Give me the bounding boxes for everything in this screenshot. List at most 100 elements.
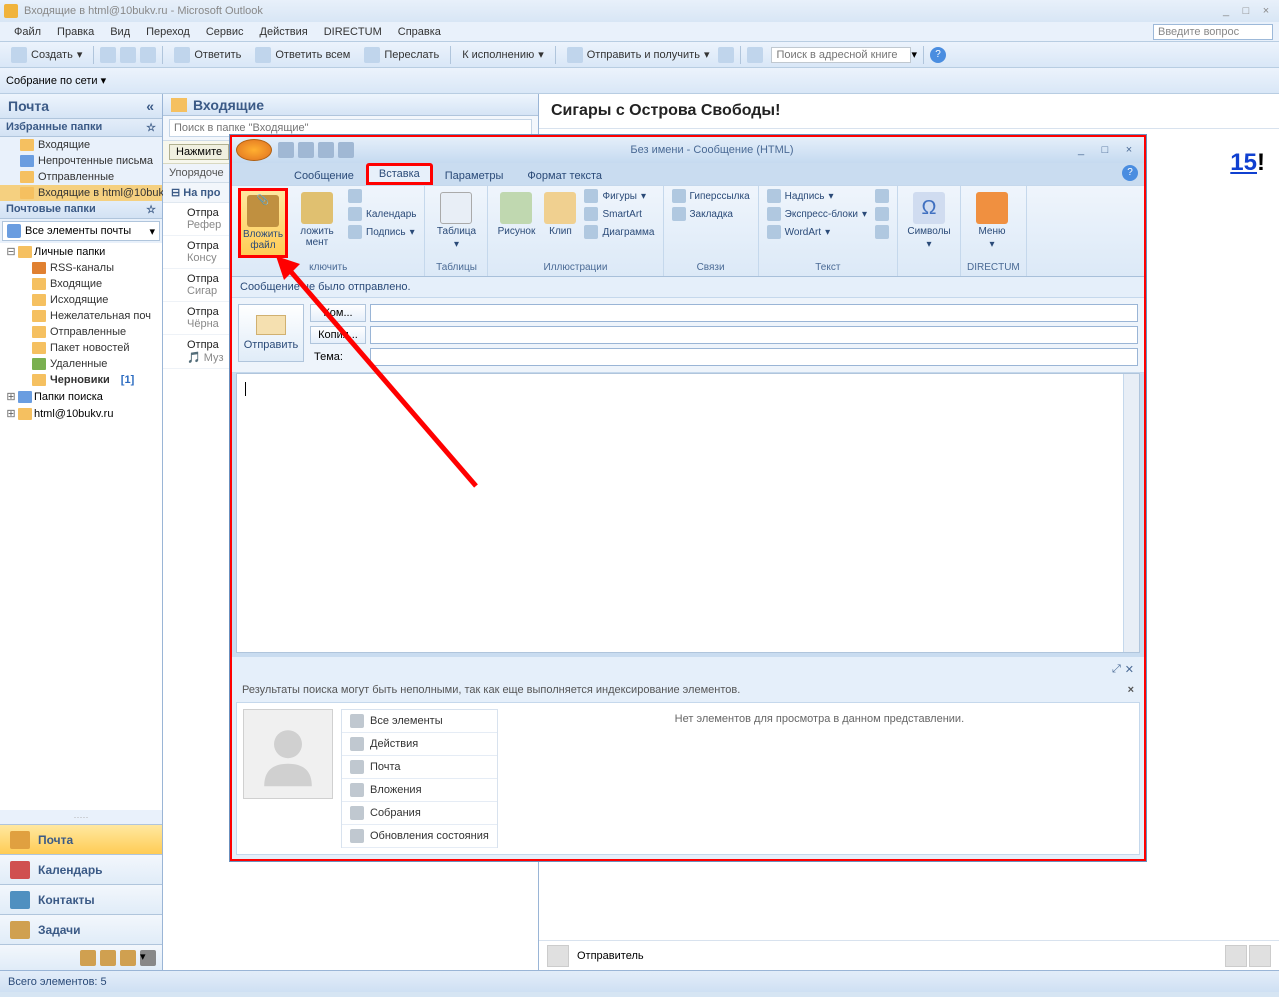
folder-list-icon[interactable] xyxy=(100,950,116,966)
smartart-button[interactable]: SmartArt xyxy=(582,206,656,222)
help-question-input[interactable] xyxy=(1153,24,1273,40)
delete-icon[interactable] xyxy=(140,47,156,63)
send-button[interactable]: Отправить xyxy=(238,304,304,362)
tab-format[interactable]: Формат текста xyxy=(515,167,614,185)
nav-calendar-button[interactable]: Календарь xyxy=(0,854,162,884)
compose-minimize[interactable]: _ xyxy=(1070,144,1092,156)
to-button[interactable]: Ком... xyxy=(310,304,366,322)
dismiss-icon[interactable]: × xyxy=(1128,684,1134,696)
undo-icon[interactable] xyxy=(298,142,314,158)
chart-button[interactable]: Диаграмма xyxy=(582,224,656,240)
office-button[interactable] xyxy=(236,139,272,161)
cc-button[interactable]: Копия... xyxy=(310,326,366,344)
qat-more-icon[interactable] xyxy=(338,142,354,158)
bookmark-button[interactable]: Закладка xyxy=(670,206,752,222)
dropcap-button[interactable] xyxy=(873,188,891,204)
notes-icon[interactable] xyxy=(80,950,96,966)
tree-outbox[interactable]: Исходящие xyxy=(0,292,162,308)
collapse-nav-icon[interactable]: « xyxy=(146,98,154,114)
tree-sent[interactable]: Отправленные xyxy=(0,324,162,340)
send-receive-button[interactable]: Отправить и получить ▾ xyxy=(562,45,715,65)
nav-mail-button[interactable]: Почта xyxy=(0,824,162,854)
tree-rss[interactable]: RSS-каналы xyxy=(0,260,162,276)
address-book-icon[interactable] xyxy=(747,47,763,63)
find-contact-icon[interactable] xyxy=(718,47,734,63)
mail-folders-header[interactable]: Почтовые папки☆ xyxy=(0,201,162,219)
favorites-header[interactable]: Избранные папки☆ xyxy=(0,119,162,137)
fav-sent[interactable]: Отправленные xyxy=(0,169,162,185)
tab-options[interactable]: Параметры xyxy=(433,167,516,185)
to-input[interactable] xyxy=(370,304,1138,322)
print-icon[interactable] xyxy=(100,47,116,63)
ribbon-help-icon[interactable]: ? xyxy=(1122,165,1138,181)
reply-button[interactable]: Ответить xyxy=(169,45,246,65)
tree-news[interactable]: Пакет новостей xyxy=(0,340,162,356)
tab-insert[interactable]: Вставка xyxy=(366,163,433,185)
hyperlink-button[interactable]: Гиперссылка xyxy=(670,188,752,204)
pp-mail[interactable]: Почта xyxy=(342,756,497,779)
save-icon[interactable] xyxy=(278,142,294,158)
menu-go[interactable]: Переход xyxy=(138,24,198,40)
business-card-button[interactable] xyxy=(346,188,418,204)
cc-input[interactable] xyxy=(370,326,1138,344)
menu-tools[interactable]: Сервис xyxy=(198,24,252,40)
tab-message[interactable]: Сообщение xyxy=(282,167,366,185)
table-button[interactable]: Таблица▾ xyxy=(431,188,481,254)
forward-button[interactable]: Переслать xyxy=(359,45,444,65)
clip-button[interactable]: Клип xyxy=(542,188,578,241)
menu-file[interactable]: Файл xyxy=(6,24,49,40)
personal-folders[interactable]: ⊟Личные папки xyxy=(0,243,162,260)
compose-close[interactable]: × xyxy=(1118,144,1140,156)
menu-view[interactable]: Вид xyxy=(102,24,138,40)
subject-input[interactable] xyxy=(370,348,1138,366)
picture-button[interactable]: Рисунок xyxy=(494,188,538,241)
reply-all-button[interactable]: Ответить всем xyxy=(250,45,355,65)
nav-contacts-button[interactable]: Контакты xyxy=(0,884,162,914)
attach-item-button[interactable]: ложить мент xyxy=(292,188,342,252)
year-link[interactable]: 15 xyxy=(1230,149,1257,176)
hint-button[interactable]: Нажмите xyxy=(169,144,229,160)
all-mail-items-dropdown[interactable]: Все элементы почты▾ xyxy=(2,221,160,241)
new-button[interactable]: Создать ▾ xyxy=(6,45,87,65)
menu-actions[interactable]: Действия xyxy=(252,24,316,40)
textbox-button[interactable]: Надпись ▾ xyxy=(765,188,869,204)
nav-tasks-button[interactable]: Задачи xyxy=(0,914,162,944)
fav-inbox[interactable]: Входящие xyxy=(0,137,162,153)
tree-drafts[interactable]: Черновики [1] xyxy=(0,372,162,388)
calendar-button[interactable]: Календарь xyxy=(346,206,418,222)
close-button[interactable]: × xyxy=(1257,5,1275,17)
tree-deleted[interactable]: Удаленные xyxy=(0,356,162,372)
move-icon[interactable] xyxy=(120,47,136,63)
shapes-button[interactable]: Фигуры ▾ xyxy=(582,188,656,204)
date-button[interactable] xyxy=(873,206,891,222)
compose-maximize[interactable]: □ xyxy=(1094,144,1116,156)
quickparts-button[interactable]: Экспресс-блоки ▾ xyxy=(765,206,869,222)
redo-icon[interactable] xyxy=(318,142,334,158)
menu-edit[interactable]: Правка xyxy=(49,24,102,40)
attach-file-button[interactable]: 📎 Вложить файл xyxy=(238,188,288,258)
expand-icon[interactable]: ⤢ xyxy=(1112,663,1121,676)
address-search-input[interactable] xyxy=(771,47,911,63)
fav-unread[interactable]: Непрочтенные письма xyxy=(0,153,162,169)
object-button[interactable] xyxy=(873,224,891,240)
menu-directum[interactable]: DIRECTUM xyxy=(316,24,390,40)
tree-junk[interactable]: Нежелательная поч xyxy=(0,308,162,324)
pp-attach[interactable]: Вложения xyxy=(342,779,497,802)
signature-button[interactable]: Подпись ▾ xyxy=(346,224,418,240)
menu-help[interactable]: Справка xyxy=(390,24,449,40)
directum-menu-button[interactable]: Меню▾ xyxy=(967,188,1017,254)
compose-body[interactable] xyxy=(236,373,1140,653)
pp-actions[interactable]: Действия xyxy=(342,733,497,756)
help-icon[interactable]: ? xyxy=(930,47,946,63)
shortcuts-icon[interactable] xyxy=(120,950,136,966)
followup-button[interactable]: К исполнению ▾ xyxy=(457,46,549,63)
configure-buttons-icon[interactable]: ▾ xyxy=(140,950,156,966)
pp-meetings[interactable]: Собрания xyxy=(342,802,497,825)
minimize-button[interactable]: _ xyxy=(1217,5,1235,17)
fav-account-inbox[interactable]: Входящие в html@10buk xyxy=(0,185,162,201)
pp-status[interactable]: Обновления состояния xyxy=(342,825,497,848)
net-meeting-button[interactable]: Собрание по сети ▾ xyxy=(6,74,106,87)
tree-search-folders[interactable]: ⊞Папки поиска xyxy=(0,388,162,405)
wordart-button[interactable]: WordArt ▾ xyxy=(765,224,869,240)
symbols-button[interactable]: ΩСимволы▾ xyxy=(904,188,954,254)
